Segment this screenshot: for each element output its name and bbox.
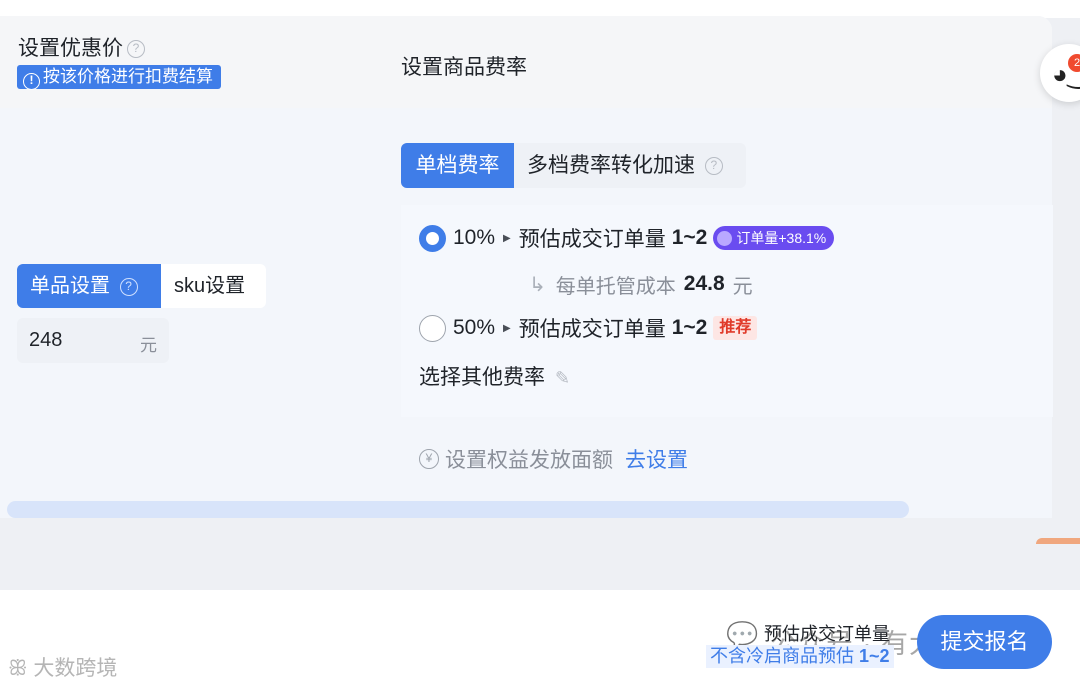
estimate-label: 预估成交订单量 <box>518 318 666 341</box>
price-mode-toggle: 单品设置 ? sku设置 <box>17 264 266 308</box>
footer-sub-text: 不含冷启商品预估 <box>710 646 854 666</box>
yen-icon: ¥ <box>419 449 439 469</box>
tab-multi-rate-label: 多档费率转化加速 <box>527 154 695 177</box>
estimate-value: 1~2 <box>671 226 708 249</box>
order-uplift-text: 订单量+38.1% <box>736 230 827 246</box>
other-rate-option[interactable]: 选择其他费率 ✎ <box>419 361 570 391</box>
price-hint-text: 按该价格进行扣费结算 <box>43 67 213 86</box>
cost-unit: 元 <box>732 275 753 298</box>
help-icon[interactable]: ? <box>127 40 145 59</box>
tab-single-rate[interactable]: 单档费率 <box>401 143 514 188</box>
discount-price-title: 设置优惠价? <box>18 32 145 62</box>
cost-label: 每单托管成本 <box>555 275 676 298</box>
estimate-label: 预估成交订单量 <box>518 228 666 251</box>
cost-value: 24.8 <box>683 272 725 295</box>
horizontal-scrollbar[interactable] <box>7 501 909 518</box>
rate-section-title: 设置商品费率 <box>401 56 527 79</box>
benefit-text: 设置权益发放面额 <box>445 449 613 472</box>
info-icon: ! <box>23 73 40 90</box>
rate-percent: 50% <box>453 316 496 339</box>
other-rate-label: 选择其他费率 <box>419 366 545 389</box>
tab-sku[interactable]: sku设置 <box>161 264 266 308</box>
triangle-right-icon: ▶ <box>503 322 511 334</box>
pencil-icon[interactable]: ✎ <box>555 368 570 388</box>
order-uplift-badge: 订单量+38.1% <box>713 226 835 250</box>
sparkle-icon <box>717 231 733 246</box>
rate-option-50[interactable]: 50% ▶ 预估成交订单量 1~2 推荐 <box>419 313 758 343</box>
price-unit: 元 <box>140 336 157 355</box>
rate-tabs: 单档费率 多档费率转化加速 ? <box>401 143 746 188</box>
rate-option-10[interactable]: 10% ▶ 预估成交订单量 1~2 订单量+38.1% <box>419 223 835 253</box>
price-value: 248 <box>29 329 63 351</box>
watermark-logo: ꕥ 大数跨境 <box>8 652 117 682</box>
watermark-logo-text: 大数跨境 <box>33 657 118 680</box>
benefit-row: ¥ 设置权益发放面额 去设置 <box>419 444 688 474</box>
cost-per-order: ↳ 每单托管成本 24.8 元 <box>529 269 753 299</box>
rate-percent: 10% <box>453 226 496 249</box>
logo-icon: ꕥ <box>8 657 28 680</box>
price-hint-badge: ! 按该价格进行扣费结算 <box>17 65 221 90</box>
tab-single-item[interactable]: 单品设置 ? <box>17 264 161 308</box>
rate-options-box: 10% ▶ 预估成交订单量 1~2 订单量+38.1% ↳ 每单托管成本 24.… <box>401 205 1053 417</box>
footer-estimate-sub: 不含冷启商品预估 1~2 <box>706 645 894 668</box>
submit-button[interactable]: 提交报名 <box>917 615 1052 669</box>
radio-checked[interactable] <box>419 224 446 252</box>
floating-widget-edge <box>1036 538 1080 544</box>
price-input[interactable]: 248 元 <box>17 318 169 363</box>
estimate-value: 1~2 <box>671 316 708 339</box>
help-icon[interactable]: ? <box>704 157 723 176</box>
discount-price-label: 设置优惠价 <box>18 37 123 60</box>
notification-badge: 2 <box>1068 54 1080 72</box>
triangle-right-icon: ▶ <box>503 232 511 244</box>
recommend-tag: 推荐 <box>713 316 758 340</box>
go-set-link[interactable]: 去设置 <box>625 444 688 474</box>
tab-multi-rate[interactable]: 多档费率转化加速 ? <box>514 143 746 188</box>
tab-single-item-label: 单品设置 <box>30 275 110 297</box>
footer-estimate-value: 1~2 <box>859 646 890 666</box>
return-arrow-icon: ↳ <box>529 273 546 296</box>
help-icon[interactable]: ? <box>119 277 138 296</box>
radio-unchecked[interactable] <box>419 314 446 342</box>
